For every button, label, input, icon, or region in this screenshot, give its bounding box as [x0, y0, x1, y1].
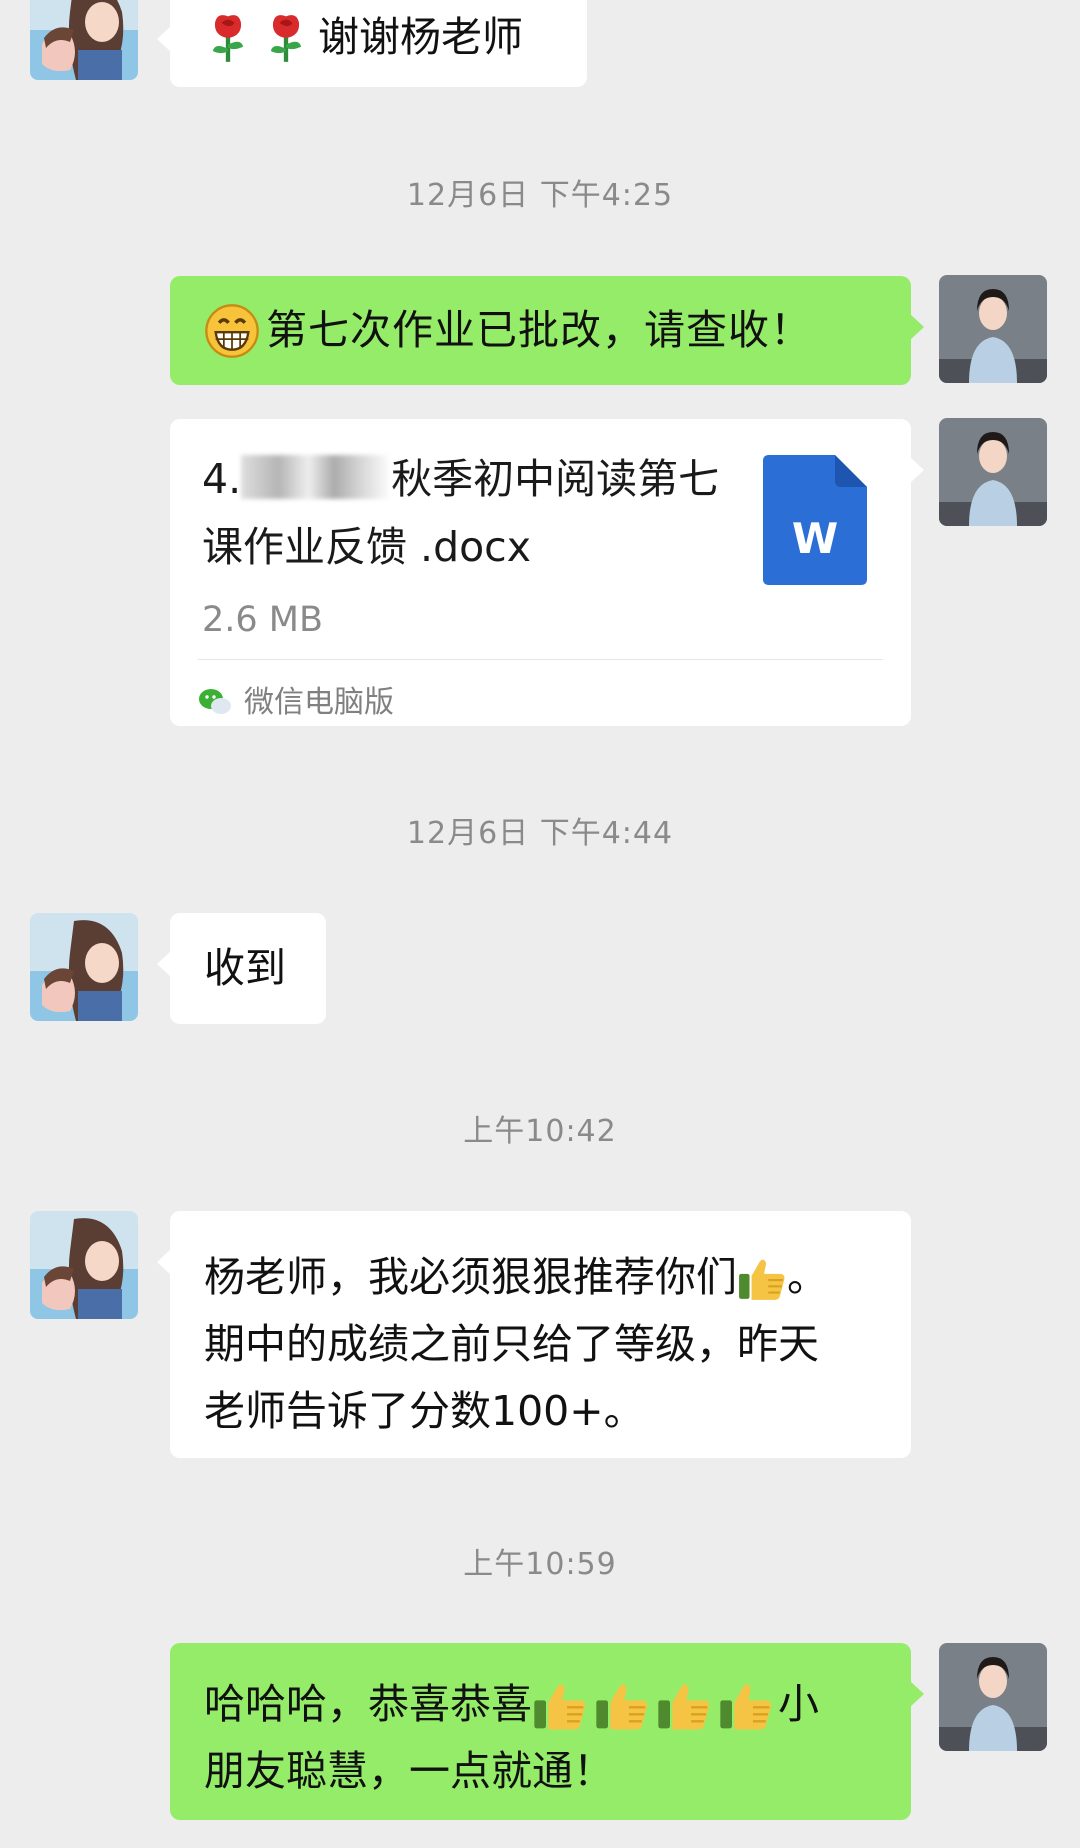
contact-avatar[interactable] — [30, 1211, 138, 1319]
word-document-icon: W — [763, 455, 867, 585]
grinning-face-emoji-icon — [204, 303, 260, 359]
message-bubble-incoming[interactable]: 收到 — [157, 913, 326, 1024]
message-line: 杨老师，我必须狠狠推荐你们 。 — [204, 1253, 828, 1303]
rose-emoji-icon — [206, 12, 250, 64]
message-line: 哈哈哈，恭喜恭喜 小 — [204, 1671, 911, 1738]
wechat-icon — [199, 689, 231, 714]
message-text: 第七次作业已批改，请查收！ — [266, 306, 812, 354]
divider — [198, 659, 883, 660]
message-bubble-outgoing[interactable]: 哈哈哈，恭喜恭喜 小 朋友聪慧，一点就通！ — [170, 1643, 924, 1820]
timestamp: 12月6日 下午4:44 — [406, 816, 674, 851]
message-line: 朋友聪慧，一点就通！ — [204, 1747, 614, 1795]
timestamp: 上午10:59 — [463, 1547, 617, 1582]
contact-avatar[interactable] — [30, 0, 138, 80]
file-message-card[interactable]: 4. 秋季初中阅读第七课作业反馈 .docx 2.6 MB W 微信电脑版 — [170, 419, 924, 726]
contact-avatar[interactable] — [30, 913, 138, 1021]
timestamp: 上午10:42 — [463, 1114, 617, 1149]
word-icon-letter: W — [791, 514, 839, 563]
thumbs-up-emoji-icon — [532, 1677, 588, 1733]
teacher-avatar[interactable] — [939, 1643, 1047, 1751]
message-text: 谢谢杨老师 — [318, 13, 523, 61]
message-text: 收到 — [204, 944, 286, 992]
file-size: 2.6 MB — [202, 600, 323, 640]
thumbs-up-emoji-icon — [718, 1677, 774, 1733]
message-bubble-outgoing[interactable]: 第七次作业已批改，请查收！ — [170, 276, 924, 385]
teacher-avatar[interactable] — [939, 418, 1047, 526]
timestamp: 12月6日 下午4:25 — [406, 178, 674, 213]
message-bubble-incoming[interactable]: 杨老师，我必须狠狠推荐你们 。 期中的成绩之前只给了等级，昨天 老师告诉了分数1… — [157, 1211, 911, 1458]
rose-emoji-icon — [264, 12, 308, 64]
redacted-text — [241, 455, 392, 499]
message-line: 老师告诉了分数100+。 — [204, 1387, 645, 1435]
thumbs-up-emoji-icon — [656, 1677, 712, 1733]
file-source: 微信电脑版 — [198, 671, 394, 733]
message-line: 期中的成绩之前只给了等级，昨天 — [204, 1320, 819, 1368]
file-name: 4. 秋季初中阅读第七课作业反馈 .docx — [202, 455, 720, 571]
thumbs-up-emoji-icon — [594, 1677, 650, 1733]
teacher-avatar[interactable] — [939, 275, 1047, 383]
message-bubble-incoming[interactable]: 谢谢杨老师 — [157, 0, 587, 87]
thumbs-up-emoji-icon — [737, 1253, 787, 1303]
